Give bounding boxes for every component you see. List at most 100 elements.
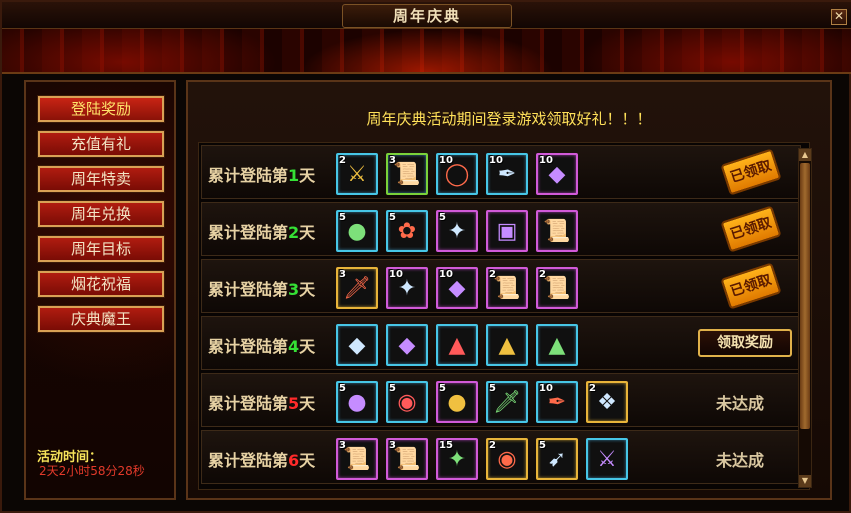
reward-item-slot[interactable]: ✒ 10	[486, 153, 528, 195]
reward-item-slot[interactable]: ✦ 10	[386, 267, 428, 309]
reward-item-slot[interactable]: 📜 3	[336, 438, 378, 480]
sidebar-item-7[interactable]: 庆典魔王	[37, 305, 165, 333]
reward-item-slot[interactable]: ✿ 5	[386, 210, 428, 252]
close-button[interactable]: ✕	[831, 9, 847, 25]
item-count: 5	[439, 383, 446, 394]
claimed-stamp: 已领取	[720, 262, 782, 310]
reward-row: 累计登陆第4天 ◆ ◆ ▲ ▲ ▲ 领取奖励	[201, 316, 801, 370]
scroll-icon: 📜	[493, 276, 521, 301]
reward-item-slot[interactable]: 📜 2	[486, 267, 528, 309]
reward-list: 累计登陆第1天 ⚔ 2 📜 3 ◯ 10 ✒ 10 ◆ 10 已领取 累计登陆第2天 ● 5 ✿ 5 ✦ 5 ▣ 📜 已领…	[198, 142, 810, 490]
purple-crystal-icon: ✦	[447, 219, 467, 244]
item-count: 5	[389, 212, 396, 223]
green-orb-icon: ◉	[497, 447, 517, 472]
reward-item-slot[interactable]: ▣	[486, 210, 528, 252]
scroll-down-button[interactable]: ▼	[799, 475, 811, 487]
red-orb-icon: ●	[347, 219, 367, 244]
row-label: 累计登陆第3天	[208, 276, 315, 300]
reward-item-slot[interactable]: 📜	[536, 210, 578, 252]
reward-item-slot[interactable]: ● 5	[336, 381, 378, 423]
row-label-suffix: 天	[299, 451, 316, 470]
reward-item-slot[interactable]: ◯ 10	[436, 153, 478, 195]
row-day-number: 4	[288, 337, 300, 356]
reward-item-slot[interactable]: ▲	[536, 324, 578, 366]
reward-item-slot[interactable]: ◆	[386, 324, 428, 366]
rose-icon: ✿	[397, 219, 417, 244]
reward-item-slot[interactable]: ◆ 10	[436, 267, 478, 309]
dagger-icon: 🗡	[343, 276, 371, 301]
row-label: 累计登陆第5天	[208, 390, 315, 414]
sidebar-item-1[interactable]: 登陆奖励	[37, 95, 165, 123]
row-label-suffix: 天	[299, 166, 316, 185]
item-count: 5	[489, 383, 496, 394]
row-label: 累计登陆第1天	[208, 162, 315, 186]
reward-item-slot[interactable]: ✒ 10	[536, 381, 578, 423]
reward-item-slot[interactable]: ◆	[336, 324, 378, 366]
sidebar-item-6[interactable]: 烟花祝福	[37, 270, 165, 298]
purple-crystal-icon: ✦	[447, 447, 467, 472]
scroll-up-button[interactable]: ▲	[799, 149, 811, 161]
row-label-prefix: 累计登陆第	[208, 337, 289, 356]
item-count: 5	[439, 212, 446, 223]
reward-item-slot[interactable]: ● 5	[336, 210, 378, 252]
status-not-reached: 未达成	[716, 394, 765, 413]
row-label-suffix: 天	[299, 280, 316, 299]
reward-item-slot[interactable]: ▲	[436, 324, 478, 366]
row-day-number: 3	[288, 280, 300, 299]
reward-row: 累计登陆第3天 🗡 3 ✦ 10 ◆ 10 📜 2 📜 2 已领取	[201, 259, 801, 313]
row-day-number: 5	[288, 394, 300, 413]
blue-orb-icon: ●	[347, 390, 367, 415]
item-count: 5	[389, 383, 396, 394]
exp-scroll-icon: 📜	[393, 162, 421, 187]
sword-icon: ⚔	[597, 447, 617, 472]
blue-orb-icon: ◉	[397, 390, 417, 415]
reward-item-slot[interactable]: ◉ 5	[386, 381, 428, 423]
row-label-prefix: 累计登陆第	[208, 223, 289, 242]
reward-item-slot[interactable]: ◉ 2	[486, 438, 528, 480]
sword-icon: ⚔	[347, 162, 367, 187]
scroll-icon: 📜	[543, 276, 571, 301]
feather-icon: ✒	[497, 162, 517, 187]
reward-item-slot[interactable]: ❖ 2	[586, 381, 628, 423]
item-count: 2	[489, 269, 496, 280]
sidebar-item-4[interactable]: 周年兑换	[37, 200, 165, 228]
item-count: 2	[589, 383, 596, 394]
claim-reward-button[interactable]: 领取奖励	[698, 329, 792, 357]
sidebar-item-2[interactable]: 充值有礼	[37, 130, 165, 158]
reward-item-slot[interactable]: 🗡 3	[336, 267, 378, 309]
reward-item-slot[interactable]: ⚔ 2	[336, 153, 378, 195]
window-title: 周年庆典	[342, 4, 512, 28]
reward-item-slot[interactable]: 📜 3	[386, 438, 428, 480]
reward-item-slot[interactable]: ● 5	[436, 381, 478, 423]
reward-item-slot[interactable]: ➹ 5	[536, 438, 578, 480]
item-count: 3	[339, 269, 346, 280]
item-count: 5	[339, 212, 346, 223]
scrollbar[interactable]: ▲ ▼	[798, 148, 812, 488]
item-count: 3	[339, 440, 346, 451]
reward-item-slot[interactable]: ✦ 5	[436, 210, 478, 252]
reward-item-slot[interactable]: ▲	[486, 324, 528, 366]
item-count: 5	[339, 383, 346, 394]
reward-item-slot[interactable]: ⚔	[586, 438, 628, 480]
reward-item-slot[interactable]: ◆ 10	[536, 153, 578, 195]
orange-gem-icon: ◆	[398, 333, 416, 358]
item-count: 3	[389, 440, 396, 451]
row-label-suffix: 天	[299, 337, 316, 356]
row-label-suffix: 天	[299, 394, 316, 413]
row-label-prefix: 累计登陆第	[208, 394, 289, 413]
reward-item-slot[interactable]: ✦ 15	[436, 438, 478, 480]
red-orb-icon: ●	[447, 390, 467, 415]
sidebar-item-5[interactable]: 周年目标	[37, 235, 165, 263]
item-count: 10	[439, 155, 453, 166]
reward-item-slot[interactable]: 📜 3	[386, 153, 428, 195]
reward-item-slot[interactable]: 📜 2	[536, 267, 578, 309]
item-count: 2	[539, 269, 546, 280]
reward-item-slot[interactable]: 🗡 5	[486, 381, 528, 423]
sidebar-item-3[interactable]: 周年特卖	[37, 165, 165, 193]
item-count: 2	[489, 440, 496, 451]
item-count: 10	[439, 269, 453, 280]
scroll-thumb[interactable]	[800, 163, 810, 429]
blue-crystal-icon: ❖	[597, 390, 617, 415]
crystal-icon: ◆	[448, 276, 466, 301]
spellbook-icon: ▣	[496, 219, 518, 244]
